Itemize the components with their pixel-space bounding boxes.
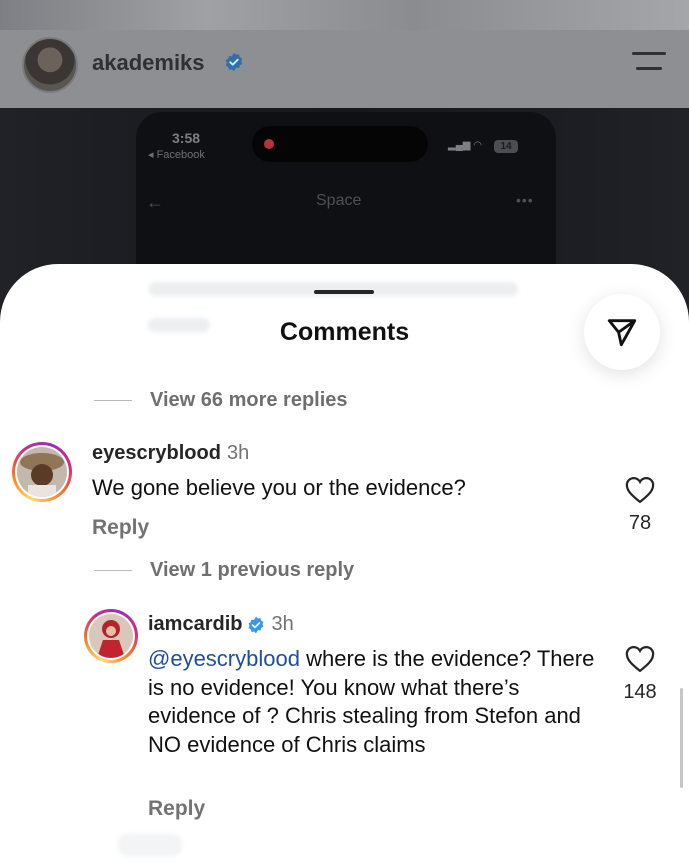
heart-icon[interactable] [625,476,655,504]
comment-text: We gone believe you or the evidence? [92,475,466,500]
post-author-username[interactable]: akademiks [92,50,205,76]
sheet-drag-handle[interactable] [314,290,374,294]
arrow-left-icon: ← [146,192,164,212]
send-icon [607,319,637,347]
like-count: 78 [628,512,652,534]
avatar-photo [89,614,133,658]
background-ghost-text [118,834,182,856]
battery-icon: 14 [494,140,518,153]
like-group: 148 [618,645,662,704]
phone-nav-title: Space [316,192,362,209]
reply-button[interactable]: Reply [92,516,149,540]
verified-badge-icon [249,616,264,633]
view-previous-reply-button[interactable]: View 1 previous reply [94,555,354,585]
recording-dot-icon [264,139,274,149]
phone-clock: 3:58 [172,130,201,146]
verified-badge-icon [225,52,243,72]
comment-header: eyescryblood 3h [92,442,249,465]
mention-link[interactable]: @eyescryblood [148,646,300,671]
more-icon: ••• [516,192,534,208]
reply-header: iamcardib 3h [148,613,294,636]
avatar-photo [17,447,67,497]
divider-line [94,569,132,571]
menu-icon[interactable] [632,52,668,76]
like-group: 78 [620,476,660,535]
post-author-avatar[interactable] [22,37,78,93]
signal-wifi-icon: ▂▄▆ ◠ [448,140,482,151]
reply-timestamp: 3h [271,613,294,635]
heart-icon[interactable] [625,645,655,673]
phone-back-app-label: ◂ Facebook [148,149,205,161]
like-count: 148 [623,681,657,703]
view-more-replies-button[interactable]: View 66 more replies [94,385,348,415]
divider-line [94,399,132,401]
comment-timestamp: 3h [226,442,250,464]
commenter-avatar[interactable] [12,442,72,502]
view-more-replies-label: View 66 more replies [150,388,348,411]
share-button[interactable] [584,294,660,370]
dynamic-island [252,126,428,162]
status-strip [0,0,689,30]
reply-username[interactable]: iamcardib [148,613,242,636]
post-header: akademiks [0,30,689,108]
view-previous-reply-label: View 1 previous reply [150,558,355,581]
reply-button[interactable]: Reply [148,797,205,821]
reply-avatar[interactable] [84,609,138,663]
scrollbar[interactable] [680,688,683,788]
comment-username[interactable]: eyescryblood [92,442,221,464]
reply-text: @eyescryblood where is the evidence? The… [148,645,596,759]
comments-sheet: Comments View 66 more replies eyescryblo… [0,264,689,861]
